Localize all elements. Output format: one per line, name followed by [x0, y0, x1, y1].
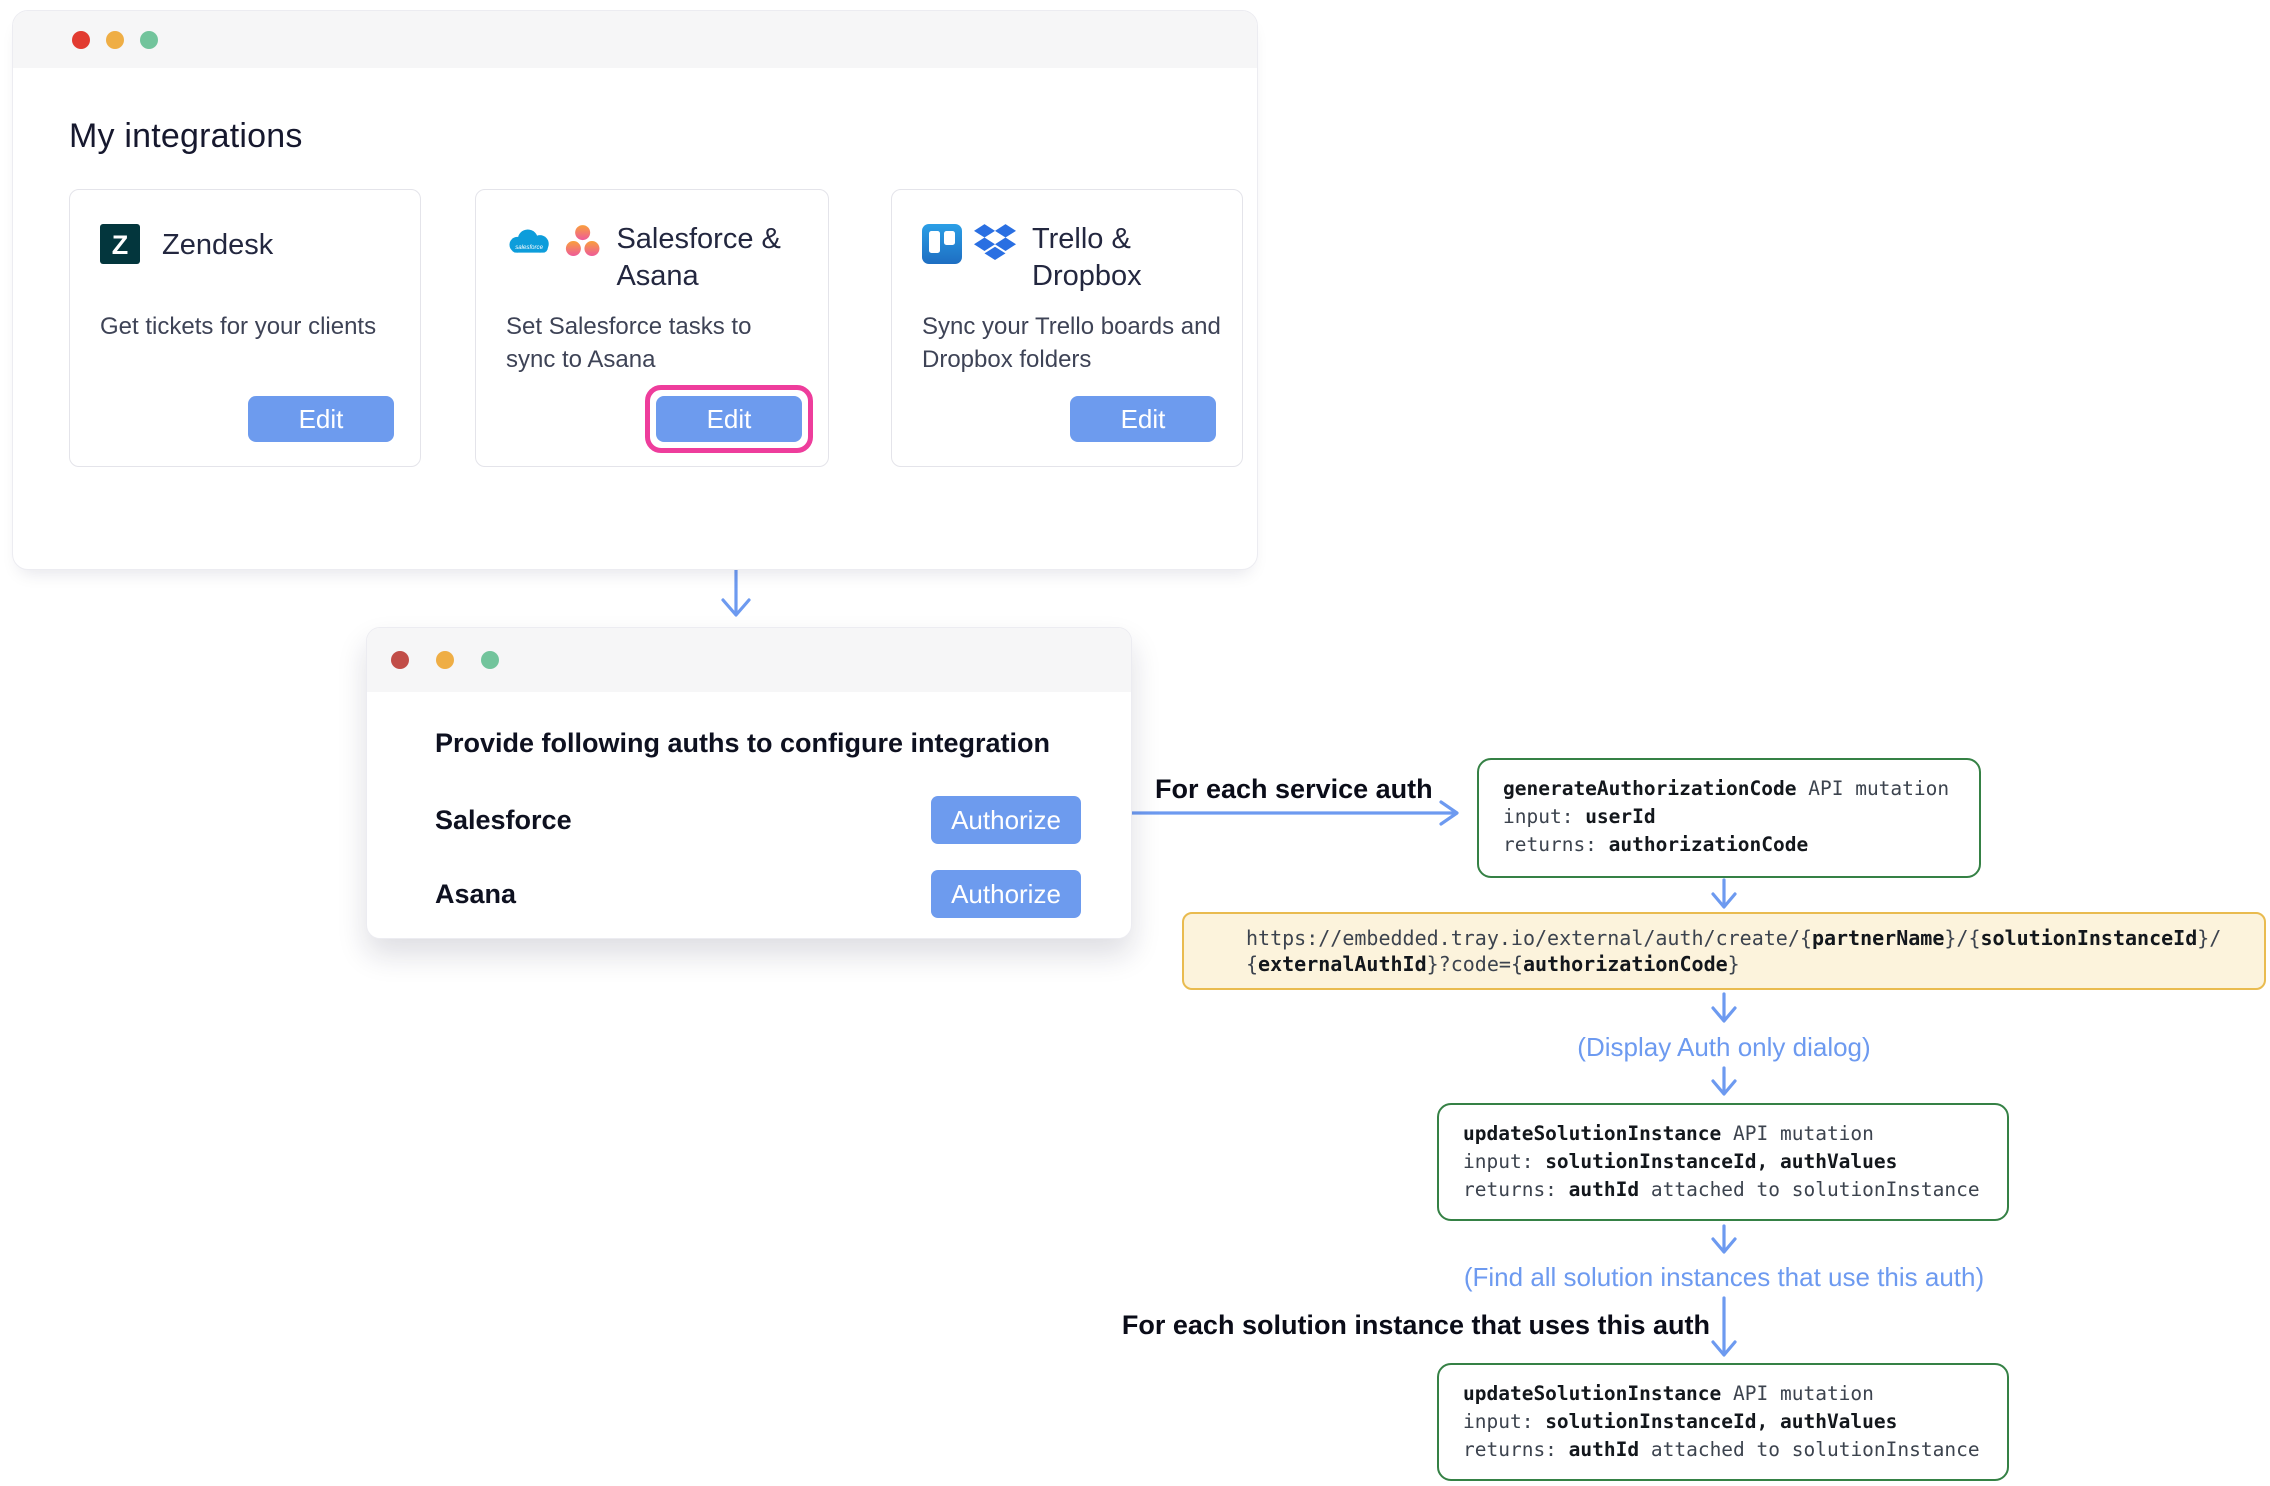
code-line: input: solutionInstanceId, authValues — [1463, 1148, 1983, 1176]
close-window-icon[interactable] — [72, 31, 90, 49]
svg-text:Z: Z — [112, 230, 129, 260]
code-line: returns: authId attached to solutionInst… — [1463, 1176, 1983, 1204]
window-titlebar — [367, 628, 1131, 692]
auth-dialog-window: Provide following auths to configure int… — [366, 627, 1132, 939]
card-title: Salesforce & Asana — [616, 221, 798, 295]
salesforce-icon: salesforce — [506, 228, 553, 258]
integration-card-zendesk: Z Zendesk Get tickets for your clients E… — [69, 189, 421, 467]
edit-button-trello-dropbox[interactable]: Edit — [1070, 396, 1216, 442]
update-solution-instance-box-2: updateSolutionInstance API mutation inpu… — [1437, 1363, 2009, 1481]
zendesk-icon: Z — [100, 224, 140, 264]
arrow-find-note-to-update2 — [1713, 1298, 1735, 1355]
arrow-url-to-display-note — [1713, 994, 1735, 1021]
authorize-button-asana[interactable]: Authorize — [931, 870, 1081, 918]
card-header: Z Zendesk — [100, 224, 390, 310]
label-for-each-service-auth: For each service auth — [1155, 774, 1433, 805]
service-name: Salesforce — [435, 805, 572, 836]
integration-card-salesforce-asana: salesforce Salesforce & Asana Set Salesf… — [475, 189, 829, 467]
card-header: Trello & Dropbox — [922, 224, 1212, 310]
card-title: Trello & Dropbox — [1032, 221, 1167, 295]
code-line: updateSolutionInstance API mutation — [1463, 1120, 1983, 1148]
edit-button-zendesk[interactable]: Edit — [248, 396, 394, 442]
generate-authorization-code-box: generateAuthorizationCode API mutation i… — [1477, 758, 1981, 878]
arrow-update-to-find-note — [1713, 1226, 1735, 1252]
auth-row-salesforce: Salesforce Authorize — [435, 796, 1081, 844]
card-header: salesforce Salesforce & Asana — [506, 224, 798, 310]
code-line: generateAuthorizationCode API mutation — [1503, 775, 1955, 803]
dropbox-icon — [974, 224, 1016, 262]
window-titlebar — [13, 11, 1257, 68]
auth-url-box: https://embedded.tray.io/external/auth/c… — [1182, 912, 2266, 990]
svg-text:salesforce: salesforce — [515, 244, 543, 251]
arrow-generate-to-url — [1713, 880, 1735, 907]
minimize-window-icon[interactable] — [436, 651, 454, 669]
note-find-solution-instances: (Find all solution instances that use th… — [1374, 1262, 2074, 1293]
card-description: Get tickets for your clients — [100, 310, 390, 343]
arrow-auth-to-generate — [1085, 802, 1457, 824]
code-line: input: userId — [1503, 803, 1955, 831]
arrow-display-note-to-update — [1713, 1068, 1735, 1094]
label-for-each-solution-instance: For each solution instance that uses thi… — [1120, 1310, 1710, 1341]
edit-button-salesforce-asana[interactable]: Edit — [656, 396, 802, 442]
code-line: updateSolutionInstance API mutation — [1463, 1380, 1983, 1408]
authorize-button-salesforce[interactable]: Authorize — [931, 796, 1081, 844]
close-window-icon[interactable] — [391, 651, 409, 669]
service-name: Asana — [435, 879, 516, 910]
code-line: returns: authorizationCode — [1503, 831, 1955, 859]
card-description: Sync your Trello boards and Dropbox fold… — [922, 310, 1227, 376]
asana-icon — [565, 224, 600, 258]
update-solution-instance-box: updateSolutionInstance API mutation inpu… — [1437, 1103, 2009, 1221]
auth-row-asana: Asana Authorize — [435, 870, 1081, 918]
code-line: https://embedded.tray.io/external/auth/c… — [1246, 925, 2244, 951]
code-line: input: solutionInstanceId, authValues — [1463, 1408, 1983, 1436]
page-title: My integrations — [69, 117, 1257, 156]
minimize-window-icon[interactable] — [106, 31, 124, 49]
trello-icon — [922, 224, 962, 264]
maximize-window-icon[interactable] — [140, 31, 158, 49]
note-display-auth-dialog: (Display Auth only dialog) — [1424, 1032, 2024, 1063]
maximize-window-icon[interactable] — [481, 651, 499, 669]
code-line: {externalAuthId}?code={authorizationCode… — [1246, 951, 2244, 977]
dialog-title: Provide following auths to configure int… — [435, 728, 1050, 759]
code-line: returns: authId attached to solutionInst… — [1463, 1436, 1983, 1464]
card-title: Zendesk — [162, 227, 273, 264]
card-description: Set Salesforce tasks to sync to Asana — [506, 310, 766, 376]
page-canvas: My integrations Z Zendesk Get tickets fo… — [0, 0, 2270, 1486]
integration-card-trello-dropbox: Trello & Dropbox Sync your Trello boards… — [891, 189, 1243, 467]
my-integrations-window: My integrations Z Zendesk Get tickets fo… — [12, 10, 1258, 570]
